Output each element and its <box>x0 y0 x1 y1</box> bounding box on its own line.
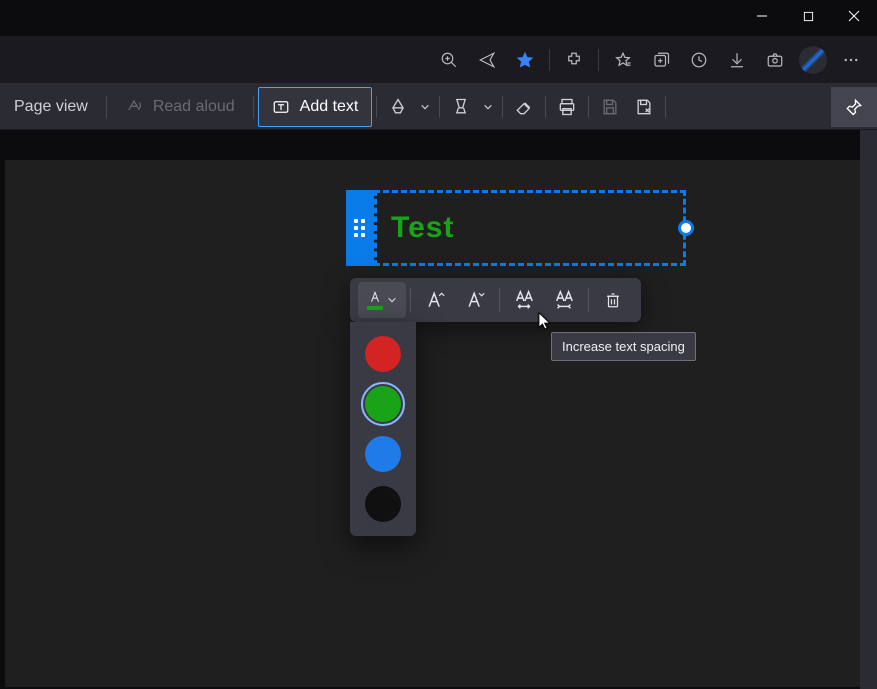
favorite-star-icon[interactable] <box>507 42 543 78</box>
text-value: Test <box>391 211 454 245</box>
separator <box>588 96 589 118</box>
draw-button[interactable] <box>381 87 415 127</box>
profile-avatar[interactable] <box>795 42 831 78</box>
text-color-button[interactable] <box>358 282 406 318</box>
pin-toolbar-button[interactable] <box>831 87 877 127</box>
add-text-button[interactable]: Add text <box>258 87 373 127</box>
close-button[interactable] <box>831 0 877 32</box>
add-text-label: Add text <box>300 98 359 116</box>
page-view-label: Page view <box>14 98 88 116</box>
browser-toolbar <box>0 36 877 84</box>
color-swatch-green[interactable] <box>365 386 401 422</box>
separator <box>253 96 254 118</box>
text-field[interactable]: Test <box>374 190 686 266</box>
separator <box>410 288 411 312</box>
history-icon[interactable] <box>681 42 717 78</box>
erase-button[interactable] <box>507 87 541 127</box>
separator <box>598 49 599 71</box>
page-view-button[interactable]: Page view <box>0 87 102 127</box>
tooltip-text: Increase text spacing <box>562 339 685 354</box>
tooltip: Increase text spacing <box>551 332 696 361</box>
separator <box>376 96 377 118</box>
highlight-chevron[interactable] <box>478 102 498 112</box>
zoom-icon[interactable] <box>431 42 467 78</box>
save-as-button[interactable] <box>627 87 661 127</box>
highlight-button[interactable] <box>444 87 478 127</box>
separator <box>549 49 550 71</box>
chevron-down-icon <box>387 295 397 305</box>
downloads-icon[interactable] <box>719 42 755 78</box>
separator <box>665 96 666 118</box>
more-icon[interactable] <box>833 42 869 78</box>
color-swatch-blue[interactable] <box>365 436 401 472</box>
draw-chevron[interactable] <box>415 102 435 112</box>
separator <box>439 96 440 118</box>
scrollbar-track[interactable] <box>860 130 877 689</box>
favorites-icon[interactable] <box>605 42 641 78</box>
separator <box>545 96 546 118</box>
mouse-cursor <box>538 312 552 330</box>
separator <box>588 288 589 312</box>
separator <box>502 96 503 118</box>
pdf-toolbar: Page view Read aloud Add text <box>0 84 877 130</box>
color-swatch-red[interactable] <box>365 336 401 372</box>
text-annotation-box[interactable]: Test <box>346 190 686 266</box>
drag-handle[interactable] <box>346 190 374 266</box>
separator <box>499 288 500 312</box>
titlebar <box>0 0 877 36</box>
resize-handle[interactable] <box>678 220 694 236</box>
read-aloud-label: Read aloud <box>153 98 235 116</box>
collections-icon[interactable] <box>643 42 679 78</box>
current-color-indicator <box>367 306 383 310</box>
text-format-toolbar <box>350 278 641 322</box>
save-button[interactable] <box>593 87 627 127</box>
color-picker-popup <box>350 322 416 536</box>
separator <box>106 96 107 118</box>
read-aloud-button[interactable]: Read aloud <box>111 87 249 127</box>
increase-font-size-button[interactable] <box>415 282 455 318</box>
color-swatch-black[interactable] <box>365 486 401 522</box>
decrease-font-size-button[interactable] <box>455 282 495 318</box>
maximize-button[interactable] <box>785 0 831 32</box>
delete-text-button[interactable] <box>593 282 633 318</box>
send-icon[interactable] <box>469 42 505 78</box>
extensions-icon[interactable] <box>556 42 592 78</box>
minimize-button[interactable] <box>739 0 785 32</box>
screenshot-icon[interactable] <box>757 42 793 78</box>
print-button[interactable] <box>550 87 584 127</box>
